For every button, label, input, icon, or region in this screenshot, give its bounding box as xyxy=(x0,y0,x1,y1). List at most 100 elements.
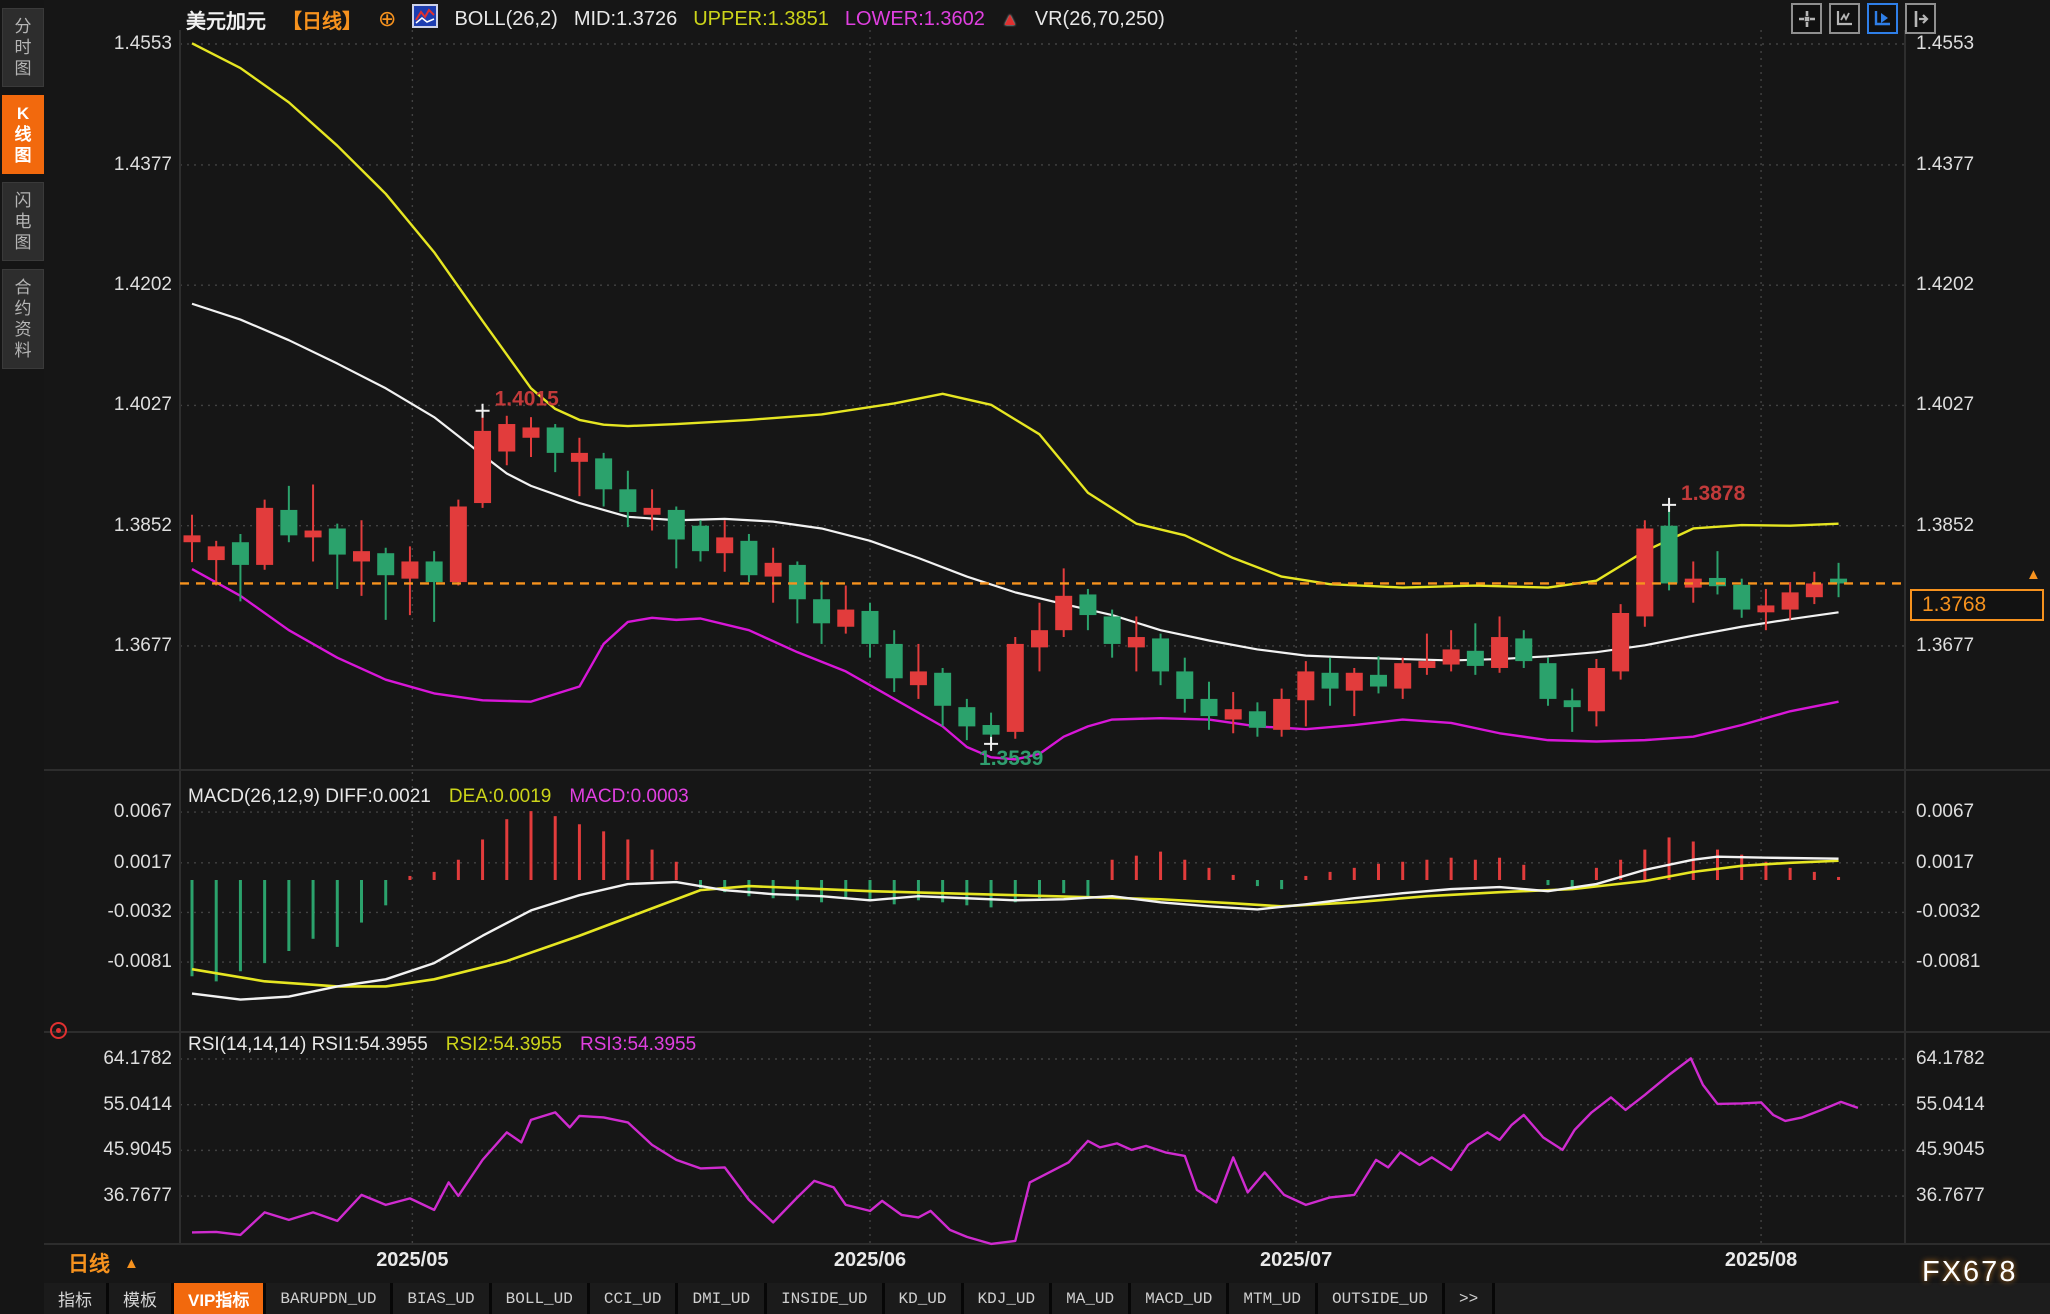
candle-body xyxy=(1806,583,1823,597)
candle-body xyxy=(1394,663,1411,688)
compare-add-icon[interactable]: ⊕ xyxy=(378,6,396,32)
tab-kd_ud[interactable]: KD_UD xyxy=(885,1283,961,1314)
crosshair-tool-icon[interactable] xyxy=(1791,3,1822,34)
date-axis: 2025/052025/062025/072025/08 xyxy=(376,1249,1797,1271)
candle-body xyxy=(474,431,491,503)
candle-body xyxy=(595,458,612,489)
sidebar-tab-char: 电 xyxy=(15,211,32,232)
candle-body xyxy=(1104,616,1121,643)
sidebar: 分时图K线图闪电图合约资料 xyxy=(0,0,44,1314)
tab-macd_ud[interactable]: MACD_UD xyxy=(1131,1283,1226,1314)
sidebar-tab-item[interactable]: 闪电图 xyxy=(2,182,44,261)
candle-body xyxy=(1564,700,1581,707)
axis-zoom-tool-icon[interactable] xyxy=(1829,3,1860,34)
candle-body xyxy=(1225,709,1242,719)
chart-type-icon[interactable] xyxy=(412,4,438,34)
tab-outside_ud[interactable]: OUTSIDE_UD xyxy=(1318,1283,1442,1314)
price-extreme-label: 1.4015 xyxy=(495,388,560,411)
tab-barupdn_ud[interactable]: BARUPDN_UD xyxy=(266,1283,390,1314)
candle-body xyxy=(668,510,685,540)
price-extreme-label: 1.3539 xyxy=(979,747,1043,770)
current-price-tag: 1.3768 xyxy=(1910,589,2044,621)
candle-body xyxy=(377,553,394,575)
candle-body xyxy=(1515,638,1532,661)
extreme-marker-cross-icon xyxy=(1662,498,1676,512)
sidebar-tab-char: 料 xyxy=(15,340,32,361)
annotations: 1.4015 1.3878 1.3539 xyxy=(476,388,1746,770)
sidebar-tab-item[interactable]: 分时图 xyxy=(2,8,44,87)
candle-body xyxy=(765,563,782,577)
alert-dot-icon[interactable] xyxy=(50,1022,67,1039)
candle-body xyxy=(353,551,370,561)
candle-body xyxy=(1539,663,1556,699)
candle-body xyxy=(450,506,467,582)
candle-body xyxy=(1443,649,1460,664)
sidebar-tab-char: 图 xyxy=(15,58,32,79)
x-axis-date-label: 2025/07 xyxy=(1260,1249,1332,1271)
tab-kdj_ud[interactable]: KDJ_UD xyxy=(964,1283,1050,1314)
candle-body xyxy=(1661,526,1678,584)
candle-body xyxy=(1031,630,1048,647)
sidebar-tab-char: 资 xyxy=(15,319,32,340)
tab-指标[interactable]: 指标 xyxy=(44,1283,106,1314)
candle-body xyxy=(329,528,346,554)
chevron-up-icon: ▲ xyxy=(124,1255,139,1272)
tab-dmi_ud[interactable]: DMI_UD xyxy=(678,1283,764,1314)
candle-body xyxy=(1249,711,1266,727)
sidebar-tab-char: 闪 xyxy=(15,190,32,211)
rsi3-value: RSI3:54.3955 xyxy=(580,1034,696,1056)
candle-body xyxy=(1467,651,1484,666)
macd-layer xyxy=(192,811,1839,1000)
boll-upper-value: UPPER:1.3851 xyxy=(693,8,829,31)
rsi1-label: RSI(14,14,14) RSI1:54.3955 xyxy=(188,1034,428,1056)
tab-模板[interactable]: 模板 xyxy=(109,1283,171,1314)
dea-value: DEA:0.0019 xyxy=(449,786,551,808)
boll-lower-value: LOWER:1.3602 xyxy=(845,8,985,31)
collapse-panel-icon[interactable] xyxy=(1905,3,1936,34)
indicator-tabbar: 指标模板VIP指标BARUPDN_UDBIAS_UDBOLL_UDCCI_UDD… xyxy=(44,1283,2050,1314)
tab-boll_ud[interactable]: BOLL_UD xyxy=(492,1283,587,1314)
macd-value: MACD:0.0003 xyxy=(569,786,688,808)
candle-body xyxy=(1370,675,1387,687)
candle-body xyxy=(1152,638,1169,671)
candle-body xyxy=(1612,613,1629,671)
candle-body xyxy=(1128,637,1145,647)
tab-cci_ud[interactable]: CCI_UD xyxy=(590,1283,676,1314)
candle-body xyxy=(498,424,515,451)
sidebar-tab-active[interactable]: K线图 xyxy=(2,95,44,174)
rsi-indicator-header: RSI(14,14,14) RSI1:54.3955RSI2:54.3955RS… xyxy=(188,1034,696,1056)
candles-layer xyxy=(184,414,1848,741)
candle-body xyxy=(1491,637,1508,668)
candle-body xyxy=(886,644,903,678)
tab-ma_ud[interactable]: MA_UD xyxy=(1052,1283,1128,1314)
tab-inside_ud[interactable]: INSIDE_UD xyxy=(767,1283,881,1314)
x-axis-date-label: 2025/05 xyxy=(376,1249,448,1271)
candle-body xyxy=(1757,605,1774,612)
candle-body xyxy=(910,671,927,685)
price-extreme-label: 1.3878 xyxy=(1681,482,1746,505)
candle-body xyxy=(740,541,757,575)
symbol-title: 美元加元 xyxy=(186,5,266,34)
candle-body xyxy=(232,542,249,565)
vr-label: VR(26,70,250) xyxy=(1035,8,1165,31)
chart-header: 美元加元【日线】⊕BOLL(26,2)MID:1.3726UPPER:1.385… xyxy=(186,6,1165,32)
candle-body xyxy=(644,508,661,515)
candle-body xyxy=(1588,668,1605,711)
tab-mtm_ud[interactable]: MTM_UD xyxy=(1229,1283,1315,1314)
auto-play-tool-icon[interactable] xyxy=(1867,3,1898,34)
trading-app-window: 分时图K线图闪电图合约资料 美元加元【日线】⊕BOLL(26,2)MID:1.3… xyxy=(0,0,2050,1314)
candle-body xyxy=(547,427,564,452)
tab-vip指标[interactable]: VIP指标 xyxy=(174,1283,263,1314)
candle-body xyxy=(184,535,201,542)
candle-body xyxy=(958,707,975,726)
candle-body xyxy=(280,510,297,535)
interval-selector[interactable]: 日线 ▲ xyxy=(68,1248,139,1278)
more-tabs-chevron[interactable]: >> xyxy=(1445,1283,1492,1314)
signal-up-arrow-icon[interactable]: ▲ xyxy=(1001,9,1019,30)
macd-indicator-header: MACD(26,12,9) DIFF:0.0021DEA:0.0019MACD:… xyxy=(188,786,689,808)
extreme-marker-cross-icon xyxy=(476,404,490,418)
chart-canvas: 1.4015 1.3878 1.3539 2025/052025/062025/072… xyxy=(0,0,2050,1314)
tab-bias_ud[interactable]: BIAS_UD xyxy=(393,1283,488,1314)
candle-body xyxy=(571,453,588,462)
sidebar-tab-item[interactable]: 合约资料 xyxy=(2,269,44,369)
